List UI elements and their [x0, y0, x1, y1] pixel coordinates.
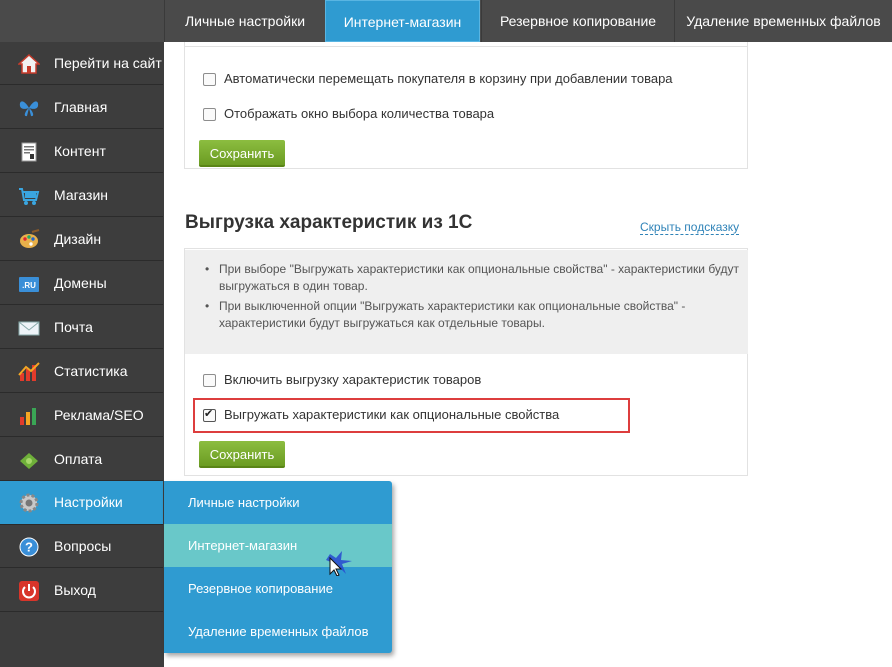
- sidebar-item-label: Дизайн: [54, 231, 102, 247]
- sidebar-item-exit[interactable]: Выход: [0, 569, 163, 612]
- sidebar-item-label: Выход: [54, 582, 96, 598]
- sidebar-item-label: Вопросы: [54, 538, 112, 554]
- tab-online-store[interactable]: Интернет-магазин: [325, 0, 480, 42]
- sidebar-item-label: Магазин: [54, 187, 109, 203]
- submenu-item-personal-settings[interactable]: Личные настройки: [164, 481, 392, 524]
- save-button[interactable]: Сохранить: [199, 140, 285, 167]
- sidebar-item-label: Настройки: [54, 494, 123, 510]
- sidebar-item-go-to-site[interactable]: Перейти на сайт: [0, 42, 163, 85]
- sidebar-item-domains[interactable]: .RU Домены: [0, 262, 163, 305]
- divider: [184, 46, 748, 47]
- export-as-optional-properties-label: Выгружать характеристики как опциональны…: [224, 407, 560, 422]
- enable-characteristics-export-label: Включить выгрузку характеристик товаров: [224, 372, 482, 387]
- bar-chart-icon: [20, 408, 36, 425]
- mouse-cursor-icon: [326, 551, 352, 576]
- submenu-item-delete-temp-files[interactable]: Удаление временных файлов: [164, 610, 392, 653]
- auto-move-to-cart-checkbox[interactable]: [203, 73, 216, 86]
- sidebar: Перейти на сайт Главная Контент Магазин …: [0, 42, 164, 667]
- submenu-item-backup[interactable]: Резервное копирование: [164, 567, 392, 610]
- svg-text:.RU: .RU: [22, 281, 36, 290]
- export-section-title: Выгрузка характеристик из 1С: [185, 212, 473, 233]
- sidebar-item-shop[interactable]: Магазин: [0, 174, 163, 217]
- power-icon: [19, 581, 39, 601]
- hint-item: При выключенной опции "Выгружать характе…: [203, 298, 749, 332]
- envelope-icon: [18, 321, 40, 336]
- export-as-optional-properties-checkbox[interactable]: [203, 407, 216, 422]
- sidebar-item-design[interactable]: Дизайн: [0, 218, 163, 261]
- enable-characteristics-export-checkbox[interactable]: [203, 374, 216, 387]
- sidebar-item-label: Статистика: [54, 363, 128, 379]
- sidebar-item-label: Почта: [54, 319, 93, 335]
- svg-text:?: ?: [25, 540, 33, 555]
- palette-icon: [20, 229, 40, 248]
- sidebar-item-statistics[interactable]: Статистика: [0, 350, 163, 393]
- payment-icon: [20, 453, 38, 469]
- sidebar-item-label: Перейти на сайт: [54, 55, 162, 71]
- quantity-window-checkbox[interactable]: [203, 108, 216, 121]
- sidebar-item-questions[interactable]: ? Вопросы: [0, 525, 163, 568]
- question-icon: ?: [19, 537, 39, 557]
- hint-box: При выборе "Выгружать характеристики как…: [185, 250, 748, 354]
- settings-submenu: Личные настройки Интернет-магазин Резерв…: [164, 481, 392, 653]
- top-tab-bar: Личные настройки Интернет-магазин Резерв…: [0, 0, 892, 42]
- tab-personal-settings[interactable]: Личные настройки: [164, 0, 325, 42]
- sidebar-item-settings[interactable]: Настройки: [0, 481, 163, 525]
- document-icon: [21, 142, 37, 162]
- chart-icon: [18, 362, 40, 381]
- sidebar-item-label: Реклама/SEO: [54, 407, 144, 423]
- submenu-item-online-store[interactable]: Интернет-магазин: [164, 524, 392, 567]
- home-icon: [18, 53, 40, 74]
- ru-domain-icon: .RU: [19, 277, 39, 292]
- sidebar-item-payment[interactable]: Оплата: [0, 438, 163, 481]
- sidebar-item-main[interactable]: Главная: [0, 86, 163, 129]
- cart-icon: [19, 188, 40, 205]
- sidebar-item-content[interactable]: Контент: [0, 130, 163, 173]
- quantity-window-label: Отображать окно выбора количества товара: [224, 106, 495, 121]
- tab-backup[interactable]: Резервное копирование: [481, 0, 674, 42]
- save-button[interactable]: Сохранить: [199, 441, 285, 468]
- hint-item: При выборе "Выгружать характеристики как…: [203, 261, 749, 295]
- sidebar-item-ads-seo[interactable]: Реклама/SEO: [0, 394, 163, 437]
- gear-icon: [19, 493, 39, 513]
- sidebar-item-mail[interactable]: Почта: [0, 306, 163, 349]
- sidebar-item-label: Контент: [54, 143, 106, 159]
- butterfly-icon: [19, 101, 39, 117]
- sidebar-item-label: Домены: [54, 275, 107, 291]
- auto-move-to-cart-label: Автоматически перемещать покупателя в ко…: [224, 71, 673, 86]
- tab-delete-temp-files[interactable]: Удаление временных файлов: [674, 0, 892, 42]
- hide-hint-link[interactable]: Скрыть подсказку: [640, 221, 740, 235]
- sidebar-item-label: Главная: [54, 99, 108, 115]
- sidebar-item-label: Оплата: [54, 451, 103, 467]
